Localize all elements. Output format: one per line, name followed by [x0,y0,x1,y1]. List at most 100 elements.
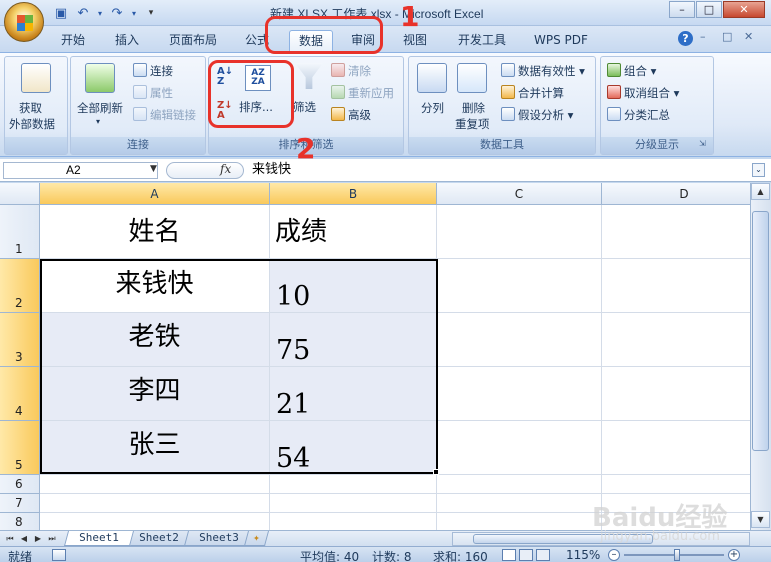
edit-links-button[interactable]: 编辑链接 [133,107,196,123]
undo-dropdown-icon[interactable]: ▾ [96,5,104,21]
redo-icon[interactable]: ↷ [108,5,126,21]
column-header-c[interactable]: C [437,183,602,205]
save-icon[interactable]: ▣ [52,5,70,21]
tab-insert[interactable]: 插入 [106,30,148,52]
cell-c4[interactable] [437,367,602,421]
zoom-out-icon[interactable]: – [608,549,620,561]
cell-b7[interactable] [270,494,437,513]
data-validation-button[interactable]: 数据有效性 ▾ [501,63,585,79]
ribbon-minimize-icon[interactable]: – [700,30,706,43]
cell-c2[interactable] [437,259,602,313]
customize-qat-icon[interactable]: ▾ [142,5,160,21]
cell-a5[interactable]: 张三 [40,421,270,475]
column-header-a[interactable]: A [40,183,270,205]
cell-c6[interactable] [437,475,602,494]
vertical-scrollbar[interactable]: ▲ ▼ [750,183,771,530]
cell-b6[interactable] [270,475,437,494]
outline-dialog-launcher-icon[interactable]: ⇲ [699,139,706,148]
cell-a3[interactable]: 老铁 [40,313,270,367]
insert-function-icon[interactable]: fx [220,162,231,176]
cell-c3[interactable] [437,313,602,367]
cell-b1[interactable]: 成绩 [270,205,437,259]
sheet-tab-sheet2[interactable]: Sheet2 [123,531,194,546]
cell-d5[interactable] [602,421,750,475]
row-header-1[interactable]: 1 [0,205,40,259]
what-if-button[interactable]: 假设分析 ▾ [501,107,573,123]
redo-dropdown-icon[interactable]: ▾ [130,5,138,21]
cell-b4[interactable]: 21 [270,367,437,421]
formula-input[interactable]: 来钱快 [246,162,746,179]
cell-d6[interactable] [602,475,750,494]
cell-d4[interactable] [602,367,750,421]
row-header-3[interactable]: 3 [0,313,40,367]
minimize-button[interactable]: – [669,1,695,18]
ungroup-button[interactable]: 取消组合 ▾ [607,85,679,101]
zoom-slider-thumb[interactable] [674,549,680,561]
name-box[interactable]: A2 [3,162,158,179]
next-sheet-icon[interactable]: ▶ [32,532,44,545]
scroll-up-icon[interactable]: ▲ [751,183,770,200]
group-button[interactable]: 组合 ▾ [607,63,656,79]
filter-button[interactable]: 筛选 [293,99,316,115]
remove-duplicates-label-2[interactable]: 重复项 [455,116,490,132]
cell-c1[interactable] [437,205,602,259]
advanced-filter-button[interactable]: 高级 [331,107,371,123]
undo-icon[interactable]: ↶ [74,5,92,21]
tab-page-layout[interactable]: 页面布局 [160,30,226,52]
connections-button[interactable]: 连接 [133,63,173,79]
tab-wps-pdf[interactable]: WPS PDF [525,30,597,52]
row-header-8[interactable]: 8 [0,513,40,530]
reapply-button[interactable]: 重新应用 [331,85,394,101]
first-sheet-icon[interactable]: ⏮ [4,532,16,545]
refresh-dropdown-icon[interactable]: ▾ [96,117,100,126]
page-layout-view-icon[interactable] [519,549,533,561]
clear-filter-button[interactable]: 清除 [331,63,371,79]
cell-d2[interactable] [602,259,750,313]
refresh-all-button[interactable]: 全部刷新 [77,100,123,116]
insert-sheet-button[interactable]: ✦ [243,531,269,546]
consolidate-button[interactable]: 合并计算 [501,85,564,101]
tab-view[interactable]: 视图 [394,30,436,52]
help-icon[interactable]: ? [678,31,693,46]
tab-developer[interactable]: 开发工具 [449,30,515,52]
vertical-scroll-thumb[interactable] [752,211,769,451]
subtotal-button[interactable]: 分类汇总 [607,107,670,123]
restore-button[interactable]: □ [696,1,722,18]
tab-home[interactable]: 开始 [52,30,94,52]
fill-handle[interactable] [433,469,439,475]
page-break-view-icon[interactable] [536,549,550,561]
prev-sheet-icon[interactable]: ◀ [18,532,30,545]
cell-a6[interactable] [40,475,270,494]
ribbon-close-icon[interactable]: ✕ [744,30,753,43]
cell-b3[interactable]: 75 [270,313,437,367]
scroll-down-icon[interactable]: ▼ [751,511,770,528]
row-header-5[interactable]: 5 [0,421,40,475]
cell-b2[interactable]: 10 [270,259,437,313]
zoom-in-icon[interactable]: + [728,549,740,561]
properties-button[interactable]: 属性 [133,85,173,101]
cell-a2[interactable]: 来钱快 [40,259,270,313]
get-external-label-2[interactable]: 外部数据 [9,116,55,132]
column-header-d[interactable]: D [602,183,750,205]
sheet-tab-sheet1[interactable]: Sheet1 [63,531,134,546]
normal-view-icon[interactable] [502,549,516,561]
column-header-b[interactable]: B [270,183,437,205]
cell-a1[interactable]: 姓名 [40,205,270,259]
name-box-dropdown-icon[interactable]: ▼ [150,164,157,174]
filter-icon[interactable] [295,63,323,89]
cell-d1[interactable] [602,205,750,259]
remove-duplicates-button[interactable]: 删除 [462,100,485,116]
cell-b8[interactable] [270,513,437,530]
worksheet-grid[interactable]: A B C D 1 姓名 成绩 2 来钱快 10 3 老铁 75 4 李四 21… [0,183,750,530]
last-sheet-icon[interactable]: ⏭ [46,532,58,545]
cell-b5[interactable]: 54 [270,421,437,475]
text-to-columns-button[interactable]: 分列 [421,100,444,116]
cell-c5[interactable] [437,421,602,475]
cell-a7[interactable] [40,494,270,513]
office-button[interactable] [4,2,44,42]
row-header-2[interactable]: 2 [0,259,40,313]
sheet-tab-sheet3[interactable]: Sheet3 [183,531,254,546]
cell-d3[interactable] [602,313,750,367]
row-header-6[interactable]: 6 [0,475,40,494]
row-header-4[interactable]: 4 [0,367,40,421]
